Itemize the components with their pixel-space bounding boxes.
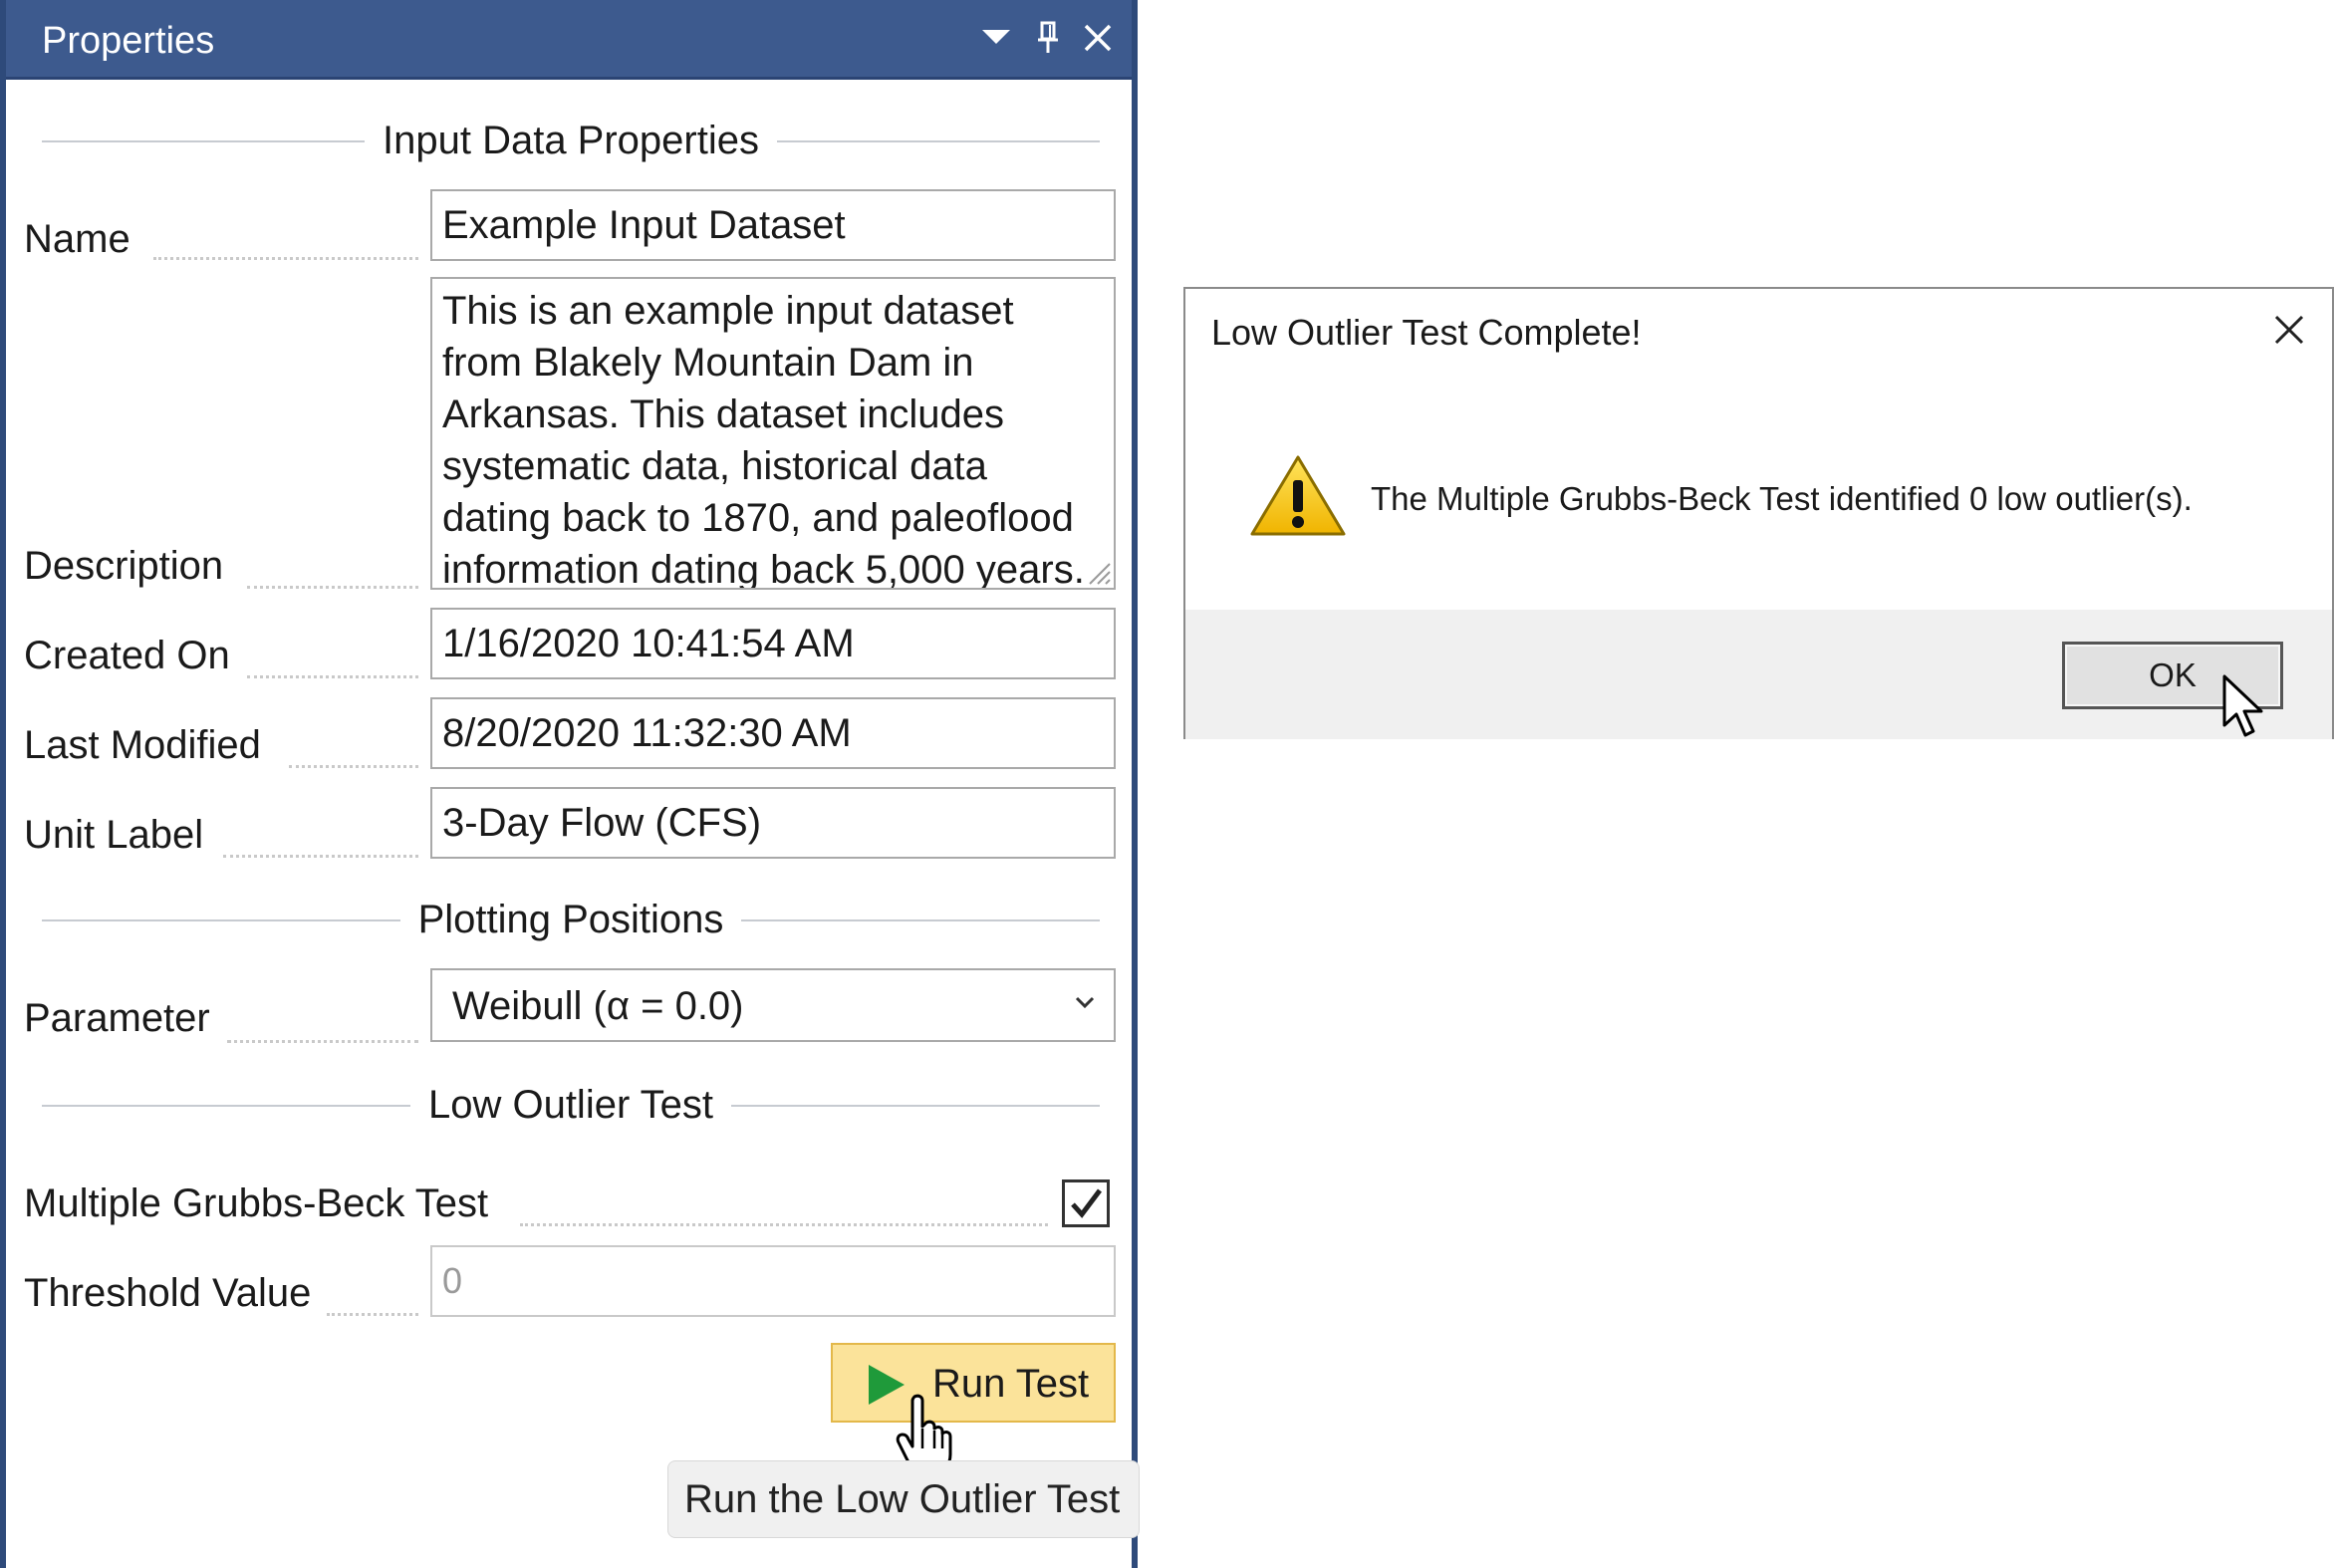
- unit-label-label: Unit Label: [24, 813, 204, 857]
- last-modified-label: Last Modified: [24, 723, 261, 767]
- threshold-label: Threshold Value: [24, 1271, 312, 1315]
- dialog-title: Low Outlier Test Complete!: [1211, 312, 1642, 353]
- label-leader: [247, 675, 418, 678]
- label-leader: [520, 1223, 1048, 1226]
- description-line: dating back to 1870, and paleoflood: [442, 496, 1074, 540]
- label-leader: [227, 1040, 418, 1043]
- chevron-down-icon: [1075, 996, 1095, 1009]
- mgbt-checkbox[interactable]: [1062, 1179, 1110, 1227]
- description-label: Description: [24, 544, 224, 588]
- threshold-field[interactable]: 0: [430, 1245, 1116, 1317]
- unit-label-field[interactable]: 3-Day Flow (CFS): [430, 787, 1116, 859]
- mgbt-label: Multiple Grubbs-Beck Test: [24, 1181, 489, 1225]
- section-low-outlier: Low Outlier Test: [42, 1080, 1100, 1130]
- created-on-label: Created On: [24, 634, 230, 677]
- pin-icon[interactable]: [1026, 16, 1070, 60]
- description-line: systematic data, historical data: [442, 444, 987, 488]
- parameter-value: Weibull (α = 0.0): [452, 984, 744, 1028]
- section-title: Input Data Properties: [365, 119, 777, 162]
- warning-icon: [1250, 455, 1346, 536]
- run-test-button[interactable]: Run Test: [831, 1343, 1116, 1423]
- checkmark-icon: [1071, 1188, 1102, 1218]
- description-line: Arkansas. This dataset includes: [442, 392, 1005, 436]
- dropdown-icon[interactable]: [974, 16, 1018, 60]
- description-line: This is an example input dataset: [442, 289, 1014, 333]
- run-test-tooltip: Run the Low Outlier Test: [667, 1460, 1140, 1538]
- label-leader: [289, 765, 418, 768]
- panel-title: Properties: [42, 20, 215, 62]
- parameter-label: Parameter: [24, 996, 210, 1040]
- resize-grip-icon[interactable]: [1086, 560, 1112, 586]
- label-leader: [153, 257, 418, 260]
- label-leader: [223, 855, 418, 858]
- low-outlier-dialog: Low Outlier Test Complete! The Multiple …: [1183, 287, 2334, 739]
- label-leader: [247, 586, 418, 589]
- arrow-cursor-icon: [2222, 674, 2263, 737]
- name-field[interactable]: Example Input Dataset: [430, 189, 1116, 261]
- properties-panel: Properties Input Data Properties Name Ex…: [0, 0, 1140, 1568]
- parameter-select[interactable]: Weibull (α = 0.0): [430, 968, 1116, 1042]
- label-leader: [327, 1313, 418, 1316]
- close-icon[interactable]: [2268, 309, 2310, 351]
- description-line: information dating back 5,000 years.: [442, 548, 1085, 590]
- section-title: Plotting Positions: [399, 898, 742, 941]
- section-input-data: Input Data Properties: [42, 116, 1100, 165]
- dialog-message: The Multiple Grubbs-Beck Test identified…: [1371, 480, 2193, 517]
- last-modified-field[interactable]: 8/20/2020 11:32:30 AM: [430, 697, 1116, 769]
- description-field[interactable]: This is an example input dataset from Bl…: [430, 277, 1116, 590]
- name-label: Name: [24, 217, 130, 261]
- description-line: from Blakely Mountain Dam in: [442, 341, 974, 385]
- panel-titlebar: Properties: [6, 0, 1132, 80]
- section-plotting-positions: Plotting Positions: [42, 895, 1100, 944]
- section-title: Low Outlier Test: [409, 1083, 732, 1127]
- close-icon[interactable]: [1076, 16, 1120, 60]
- created-on-field[interactable]: 1/16/2020 10:41:54 AM: [430, 608, 1116, 679]
